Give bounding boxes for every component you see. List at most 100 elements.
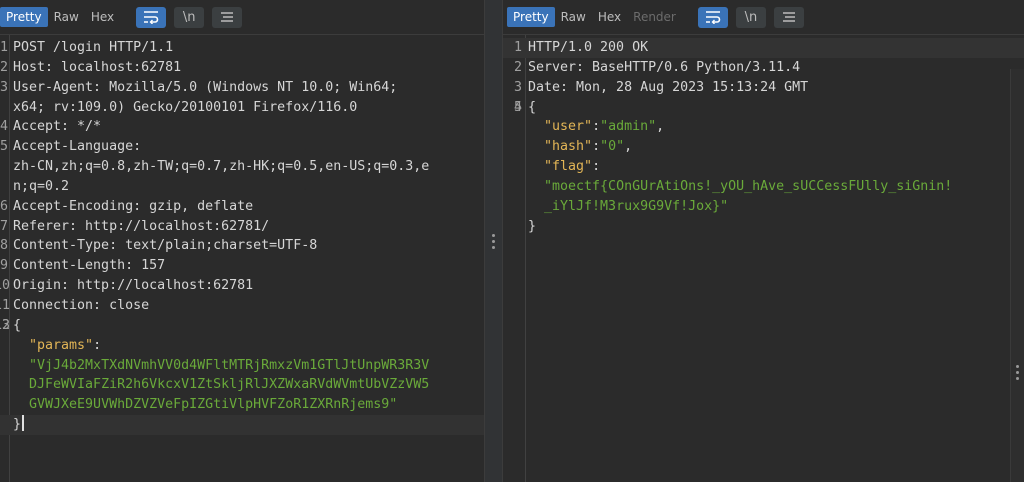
response-tab-hex[interactable]: Hex: [592, 7, 627, 27]
code-line: 8 Content-Type: text/plain;charset=UTF-8: [0, 236, 484, 256]
request-toolbar: Pretty Raw Hex \n: [0, 0, 484, 34]
code-line: 2 Host: localhost:62781: [0, 58, 484, 78]
right-collapse-strip[interactable]: [1010, 69, 1024, 482]
code-text: Content-Length: 157: [13, 258, 166, 274]
http-message-viewer: Pretty Raw Hex \n 1POST /login HTTP/1.1 …: [0, 0, 1024, 482]
code-line: "params":: [0, 336, 484, 356]
code-text: {: [528, 99, 537, 115]
line-number: 4: [0, 119, 8, 135]
response-newline-button[interactable]: \n: [735, 6, 766, 28]
line-number: 5: [513, 99, 522, 115]
line-number: 13: [0, 317, 11, 333]
request-pane: Pretty Raw Hex \n 1POST /login HTTP/1.1 …: [0, 0, 484, 482]
line-number: 2: [0, 59, 8, 75]
request-editor[interactable]: 1 POST /login HTTP/1.1 2 Host: localhost:6…: [0, 34, 484, 482]
code-line: 3 Date: Mon, 28 Aug 2023 15:13:24 GMT: [503, 78, 1024, 98]
pane-splitter[interactable]: [484, 0, 503, 482]
request-tab-pretty[interactable]: Pretty: [0, 7, 48, 27]
json-value-flag: _iYlJf!M3rux9G9Vf!Jox}": [544, 198, 729, 214]
code-line: DJFeWVIaFZiR2h6VkcxV1ZtSkljRlJXZWxaRVdWV…: [0, 375, 484, 395]
line-number: 3: [0, 79, 8, 95]
response-toolbar: Pretty Raw Hex Render \n: [503, 0, 1024, 34]
code-text: Referer: http://localhost:62781/: [13, 218, 270, 234]
current-code-line: 1 HTTP/1.0 200 OK: [503, 38, 1024, 58]
json-value-flag: "moectf{COnGUrAtiOns!_yOU_hAve_sUCCessFU…: [544, 178, 953, 194]
json-value-params: DJFeWVIaFZiR2h6VkcxV1ZtSkljRlJXZWxaRVdWV…: [29, 377, 430, 393]
request-wrap-lines-button[interactable]: [136, 6, 167, 28]
code-text: x64; rv:109.0) Gecko/20100101 Firefox/11…: [13, 99, 358, 115]
code-line: 5 Accept-Language:: [0, 137, 484, 157]
json-value-params: "VjJ4b2MxTXdNVmhVV0d4WFltMTRjRmxzVm1GTlJ…: [29, 357, 430, 373]
json-value-user: "admin": [600, 119, 657, 135]
response-tab-pretty[interactable]: Pretty: [507, 7, 555, 27]
code-line: 11Connection: close: [0, 296, 484, 316]
line-number: 2: [513, 59, 522, 75]
code-line: 2 Server: BaseHTTP/0.6 Python/3.11.4: [503, 58, 1024, 78]
code-text: n;q=0.2: [13, 178, 70, 194]
code-line: "flag":: [544, 159, 601, 175]
json-key-user: "user": [544, 119, 593, 135]
line-number: 9: [0, 258, 8, 274]
json-key-params: "params": [29, 337, 94, 353]
response-tab-render[interactable]: Render: [627, 7, 682, 27]
line-number: 10: [0, 278, 11, 294]
response-wrap-lines-button[interactable]: [697, 6, 728, 28]
json-value-params: GVWJXeE9UVWhDZVZVeFpIZGtiVlpHVFZoR1ZXRnR…: [29, 397, 398, 413]
code-line: 6 Accept-Encoding: gzip, deflate: [0, 197, 484, 217]
response-menu-button[interactable]: [773, 6, 804, 28]
code-line: n;q=0.2: [0, 177, 484, 197]
line-number: 6: [0, 198, 8, 214]
request-menu-button[interactable]: [212, 6, 243, 28]
json-closing-brace: }: [13, 417, 22, 433]
code-line: "moectf{COnGUrAtiOns!_yOU_hAve_sUCCessFU…: [503, 177, 1024, 197]
code-text: HTTP/1.0 200 OK: [528, 40, 649, 55]
code-line: 10Origin: http://localhost:62781: [0, 276, 484, 296]
code-text: zh-CN,zh;q=0.8,zh-TW;q=0.7,zh-HK;q=0.5,e…: [13, 159, 430, 175]
newline-icon: \n: [744, 9, 758, 25]
response-editor[interactable]: 1 HTTP/1.0 200 OK 2 Server: BaseHTTP/0.6 P…: [503, 34, 1024, 482]
response-pane: Pretty Raw Hex Render \n 1 HTTP/1.0 200 …: [503, 0, 1024, 482]
code-line: 1 POST /login HTTP/1.1: [0, 38, 484, 58]
code-text: User-Agent: Mozilla/5.0 (Windows NT 10.0…: [13, 79, 398, 95]
newline-icon: \n: [182, 9, 196, 25]
code-line: "user":"admin",: [544, 119, 665, 135]
line-number: 8: [0, 238, 8, 254]
line-number: 11: [0, 297, 11, 313]
response-tab-raw[interactable]: Raw: [555, 7, 592, 27]
current-code-line: }: [0, 415, 484, 435]
code-text: Server: BaseHTTP/0.6 Python/3.11.4: [528, 59, 801, 75]
code-line: 3 User-Agent: Mozilla/5.0 (Windows NT 10.…: [0, 78, 484, 98]
wrap-lines-icon: [705, 11, 721, 24]
code-line: 4 Accept: */*: [0, 117, 484, 137]
wrap-lines-icon: [144, 11, 159, 24]
code-line: 5{: [503, 98, 1024, 118]
code-text: {: [13, 317, 22, 333]
json-key-hash: "hash": [544, 139, 593, 155]
code-line: 7 Referer: http://localhost:62781/: [0, 217, 484, 237]
code-line: zh-CN,zh;q=0.8,zh-TW;q=0.7,zh-HK;q=0.5,e…: [0, 157, 484, 177]
code-text: Host: localhost:62781: [13, 59, 182, 75]
code-text: Content-Type: text/plain;charset=UTF-8: [13, 238, 318, 254]
code-line: _iYlJf!M3rux9G9Vf!Jox}": [503, 197, 1024, 217]
json-value-hash: "0": [600, 139, 625, 155]
code-line: x64; rv:109.0) Gecko/20100101 Firefox/11…: [0, 98, 484, 118]
request-newline-button[interactable]: \n: [174, 6, 205, 28]
json-closing-brace: }: [528, 218, 537, 234]
code-line: }: [503, 217, 1024, 237]
line-number: 3: [513, 79, 522, 95]
line-number: 1: [0, 40, 8, 55]
code-line: 13{: [0, 316, 484, 336]
hamburger-menu-icon: [782, 12, 795, 22]
line-number: 7: [0, 218, 8, 234]
hamburger-menu-icon: [221, 12, 234, 22]
code-text: Connection: close: [13, 297, 150, 313]
text-caret: [22, 415, 25, 432]
response-lines: 1 HTTP/1.0 200 OK 2 Server: BaseHTTP/0.6 P…: [503, 38, 1024, 236]
drag-handle-icon: [1016, 365, 1019, 380]
request-tab-raw[interactable]: Raw: [48, 7, 85, 27]
code-text: POST /login HTTP/1.1: [13, 40, 174, 55]
line-number: 1: [513, 40, 522, 55]
code-line: 9 Content-Length: 157: [0, 256, 484, 276]
drag-handle-icon: [492, 233, 495, 249]
request-tab-hex[interactable]: Hex: [85, 7, 120, 27]
